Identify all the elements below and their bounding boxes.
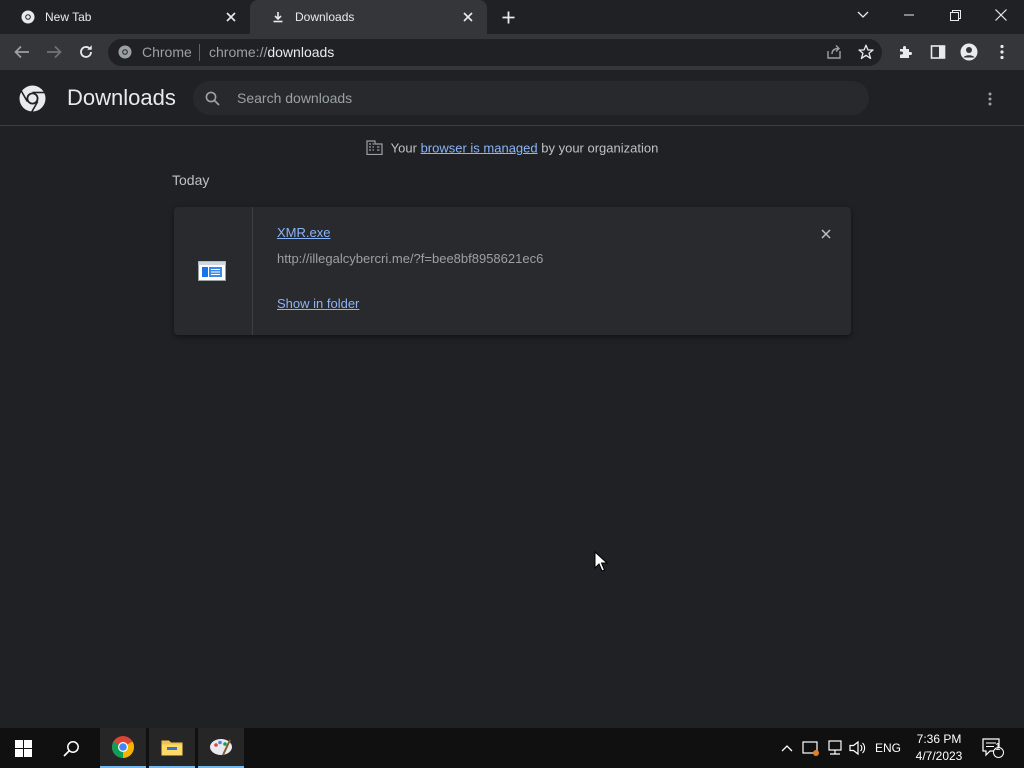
site-label: Chrome [142,44,192,60]
side-panel-button[interactable] [927,41,949,63]
taskbar-file-explorer-button[interactable] [149,728,195,768]
more-vert-icon [1000,44,1004,60]
minimize-button[interactable] [886,0,932,30]
managed-notice: Your browser is managed by your organiza… [0,140,1024,158]
profile-button[interactable] [958,41,980,63]
chrome-color-icon [112,736,134,758]
omnibox-separator [199,44,200,61]
tab-close-icon[interactable] [459,8,477,26]
chrome-logo-icon [19,85,46,113]
card-divider [252,207,253,335]
date-header: Today [172,172,210,188]
chrome-icon [20,9,36,25]
start-button[interactable] [0,728,46,768]
search-placeholder[interactable]: Search downloads [237,90,352,106]
security-tray-icon[interactable] [800,738,822,758]
search-icon [62,740,79,757]
close-icon [995,9,1007,21]
plus-icon [502,11,514,23]
chrome-site-icon [118,45,132,62]
chevron-down-icon [857,11,869,18]
clock-time: 7:36 PM [916,732,962,746]
browser-managed-link[interactable]: browser is managed [421,140,538,155]
tab-new-tab[interactable]: New Tab [0,0,250,34]
input-language-indicator[interactable]: ENG [872,738,904,758]
tab-close-icon[interactable] [222,8,240,26]
building-icon [366,140,383,158]
tab-search-button[interactable] [840,0,886,30]
notification-count: 1 [995,742,1001,753]
forward-arrow-icon [47,45,62,59]
minimize-icon [904,14,914,16]
more-vert-icon [988,92,992,106]
close-window-button[interactable] [978,0,1024,30]
taskbar-clock[interactable]: 7:36 PM 4/7/2023 [905,731,973,765]
remove-download-button[interactable] [817,225,835,243]
share-button[interactable] [823,41,845,63]
volume-icon[interactable] [848,738,868,758]
tab-title: Downloads [295,10,355,24]
puzzle-icon [900,46,912,58]
search-icon [205,91,220,109]
bookmark-button[interactable] [855,41,877,63]
back-button[interactable] [10,40,34,64]
back-arrow-icon [14,45,29,59]
star-icon [858,44,874,60]
mouse-cursor-icon [594,550,609,573]
folder-icon [161,740,183,756]
avatar-icon [960,43,978,61]
tab-downloads[interactable]: Downloads [250,0,487,34]
reload-button[interactable] [74,40,98,64]
url-text[interactable]: chrome://downloads [209,44,334,60]
forward-button[interactable] [42,40,66,64]
restore-icon [949,9,961,21]
url-host: downloads [267,44,335,60]
managed-suffix: by your organization [541,140,659,156]
taskbar-paint-button[interactable] [198,728,244,768]
side-panel-icon [930,45,946,59]
page-title: Downloads [67,85,176,110]
executable-file-icon [198,261,226,281]
windows-logo-icon [14,739,32,757]
taskbar-chrome-button[interactable] [100,728,146,768]
download-file-name-link[interactable]: XMR.exe [277,225,330,240]
download-icon [270,9,286,25]
show-in-folder-link[interactable]: Show in folder [277,296,359,311]
download-item-card [174,207,851,335]
network-icon[interactable] [824,738,846,758]
share-icon [827,45,841,59]
extensions-button[interactable] [895,41,917,63]
managed-prefix: Your [390,140,417,156]
tab-title: New Tab [45,10,92,24]
chevron-up-icon [781,745,793,752]
new-tab-button[interactable] [496,6,520,28]
url-scheme: chrome:// [209,44,268,60]
taskbar-search-button[interactable] [48,728,94,768]
chrome-menu-button[interactable] [991,41,1013,63]
download-source-url[interactable]: http://illegalcybercri.me/?f=bee8bf89586… [277,251,543,266]
show-hidden-icons-button[interactable] [777,738,797,758]
paint-palette-icon [210,739,232,756]
reload-icon [80,45,92,58]
close-icon [821,229,831,239]
action-center-button[interactable]: 1 [980,738,1006,758]
clock-date: 4/7/2023 [915,749,963,763]
restore-button[interactable] [932,0,978,30]
downloads-menu-button[interactable] [980,88,1000,110]
